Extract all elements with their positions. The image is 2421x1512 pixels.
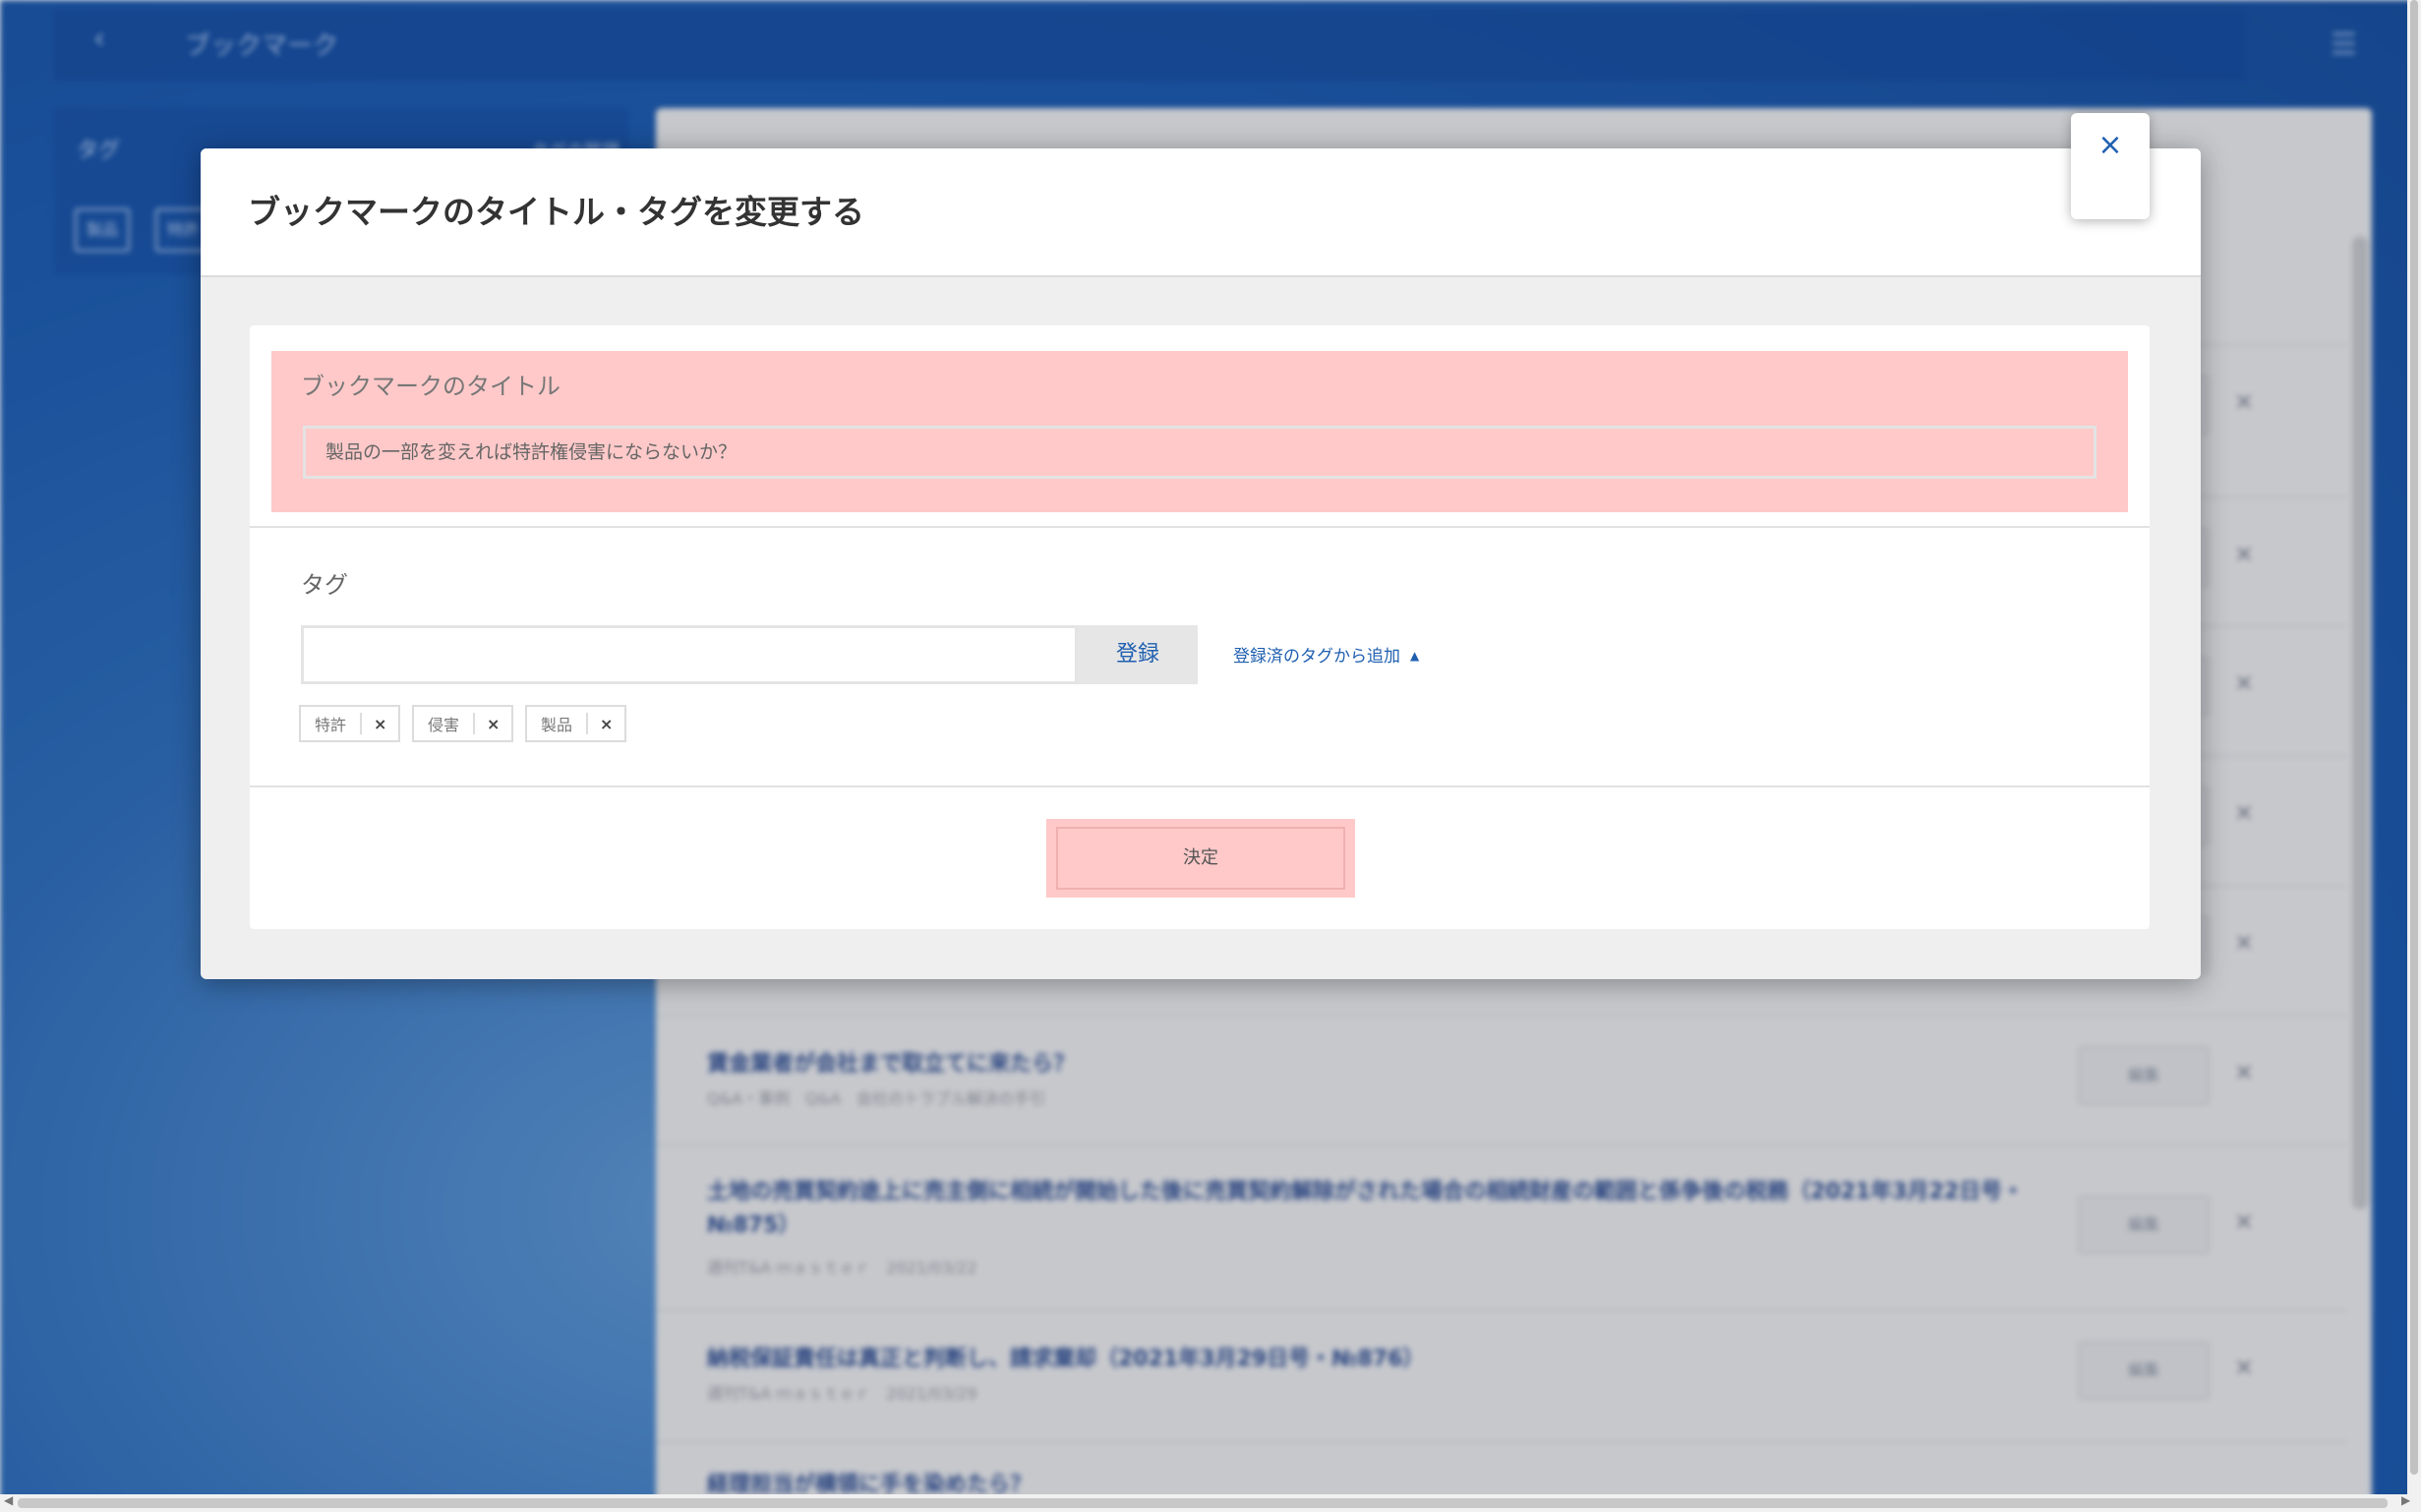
decide-button[interactable]: 決定 <box>1056 827 1345 890</box>
remove-tag-icon[interactable]: × <box>475 715 511 733</box>
section-divider <box>250 785 2150 787</box>
decide-button-highlight: 決定 <box>1046 819 1355 898</box>
tag-chip-label: 製品 <box>541 716 573 734</box>
tag-chip-label: 侵害 <box>428 716 460 734</box>
tag-chip: 侵害 × <box>412 705 514 742</box>
add-from-registered-label: 登録済のタグから追加 <box>1233 647 1400 667</box>
edit-bookmark-dialog: ブックマークのタイトル・タグを変更する ブックマークのタイトル 製品の一部を変え… <box>201 148 2201 979</box>
dialog-title: ブックマークのタイトル・タグを変更する <box>248 193 864 231</box>
title-section: ブックマークのタイトル 製品の一部を変えれば特許権侵害にならないか？ <box>271 351 2128 512</box>
title-input[interactable]: 製品の一部を変えれば特許権侵害にならないか？ <box>303 426 2096 479</box>
title-label: ブックマークのタイトル <box>301 373 561 400</box>
remove-tag-icon[interactable]: × <box>588 715 624 733</box>
window-horizontal-scroll-thumb[interactable] <box>18 1498 2388 1508</box>
tag-input[interactable] <box>301 625 1078 684</box>
tag-label: タグ <box>301 571 348 599</box>
close-icon: × <box>2097 128 2123 162</box>
dialog-form: ブックマークのタイトル 製品の一部を変えれば特許権侵害にならないか？ タグ 登録… <box>250 325 2150 929</box>
add-from-registered-tags-link[interactable]: 登録済のタグから追加 ▲ <box>1233 642 1419 667</box>
register-tag-button[interactable]: 登録 <box>1078 625 1198 684</box>
chevron-up-icon: ▲ <box>1410 649 1420 663</box>
tag-chip: 特許 × <box>299 705 401 742</box>
window-vertical-scroll-thumb[interactable] <box>2410 0 2418 1475</box>
dialog-header: ブックマークのタイトル・タグを変更する <box>201 148 2201 277</box>
scroll-right-icon[interactable]: ▶ <box>2401 1493 2410 1507</box>
section-divider <box>250 526 2150 528</box>
tag-chip-label: 特許 <box>315 716 347 734</box>
tag-chip: 製品 × <box>525 705 627 742</box>
close-dialog-button[interactable]: × <box>2071 113 2150 219</box>
remove-tag-icon[interactable]: × <box>362 715 398 733</box>
scroll-left-icon[interactable]: ◀ <box>4 1493 13 1507</box>
